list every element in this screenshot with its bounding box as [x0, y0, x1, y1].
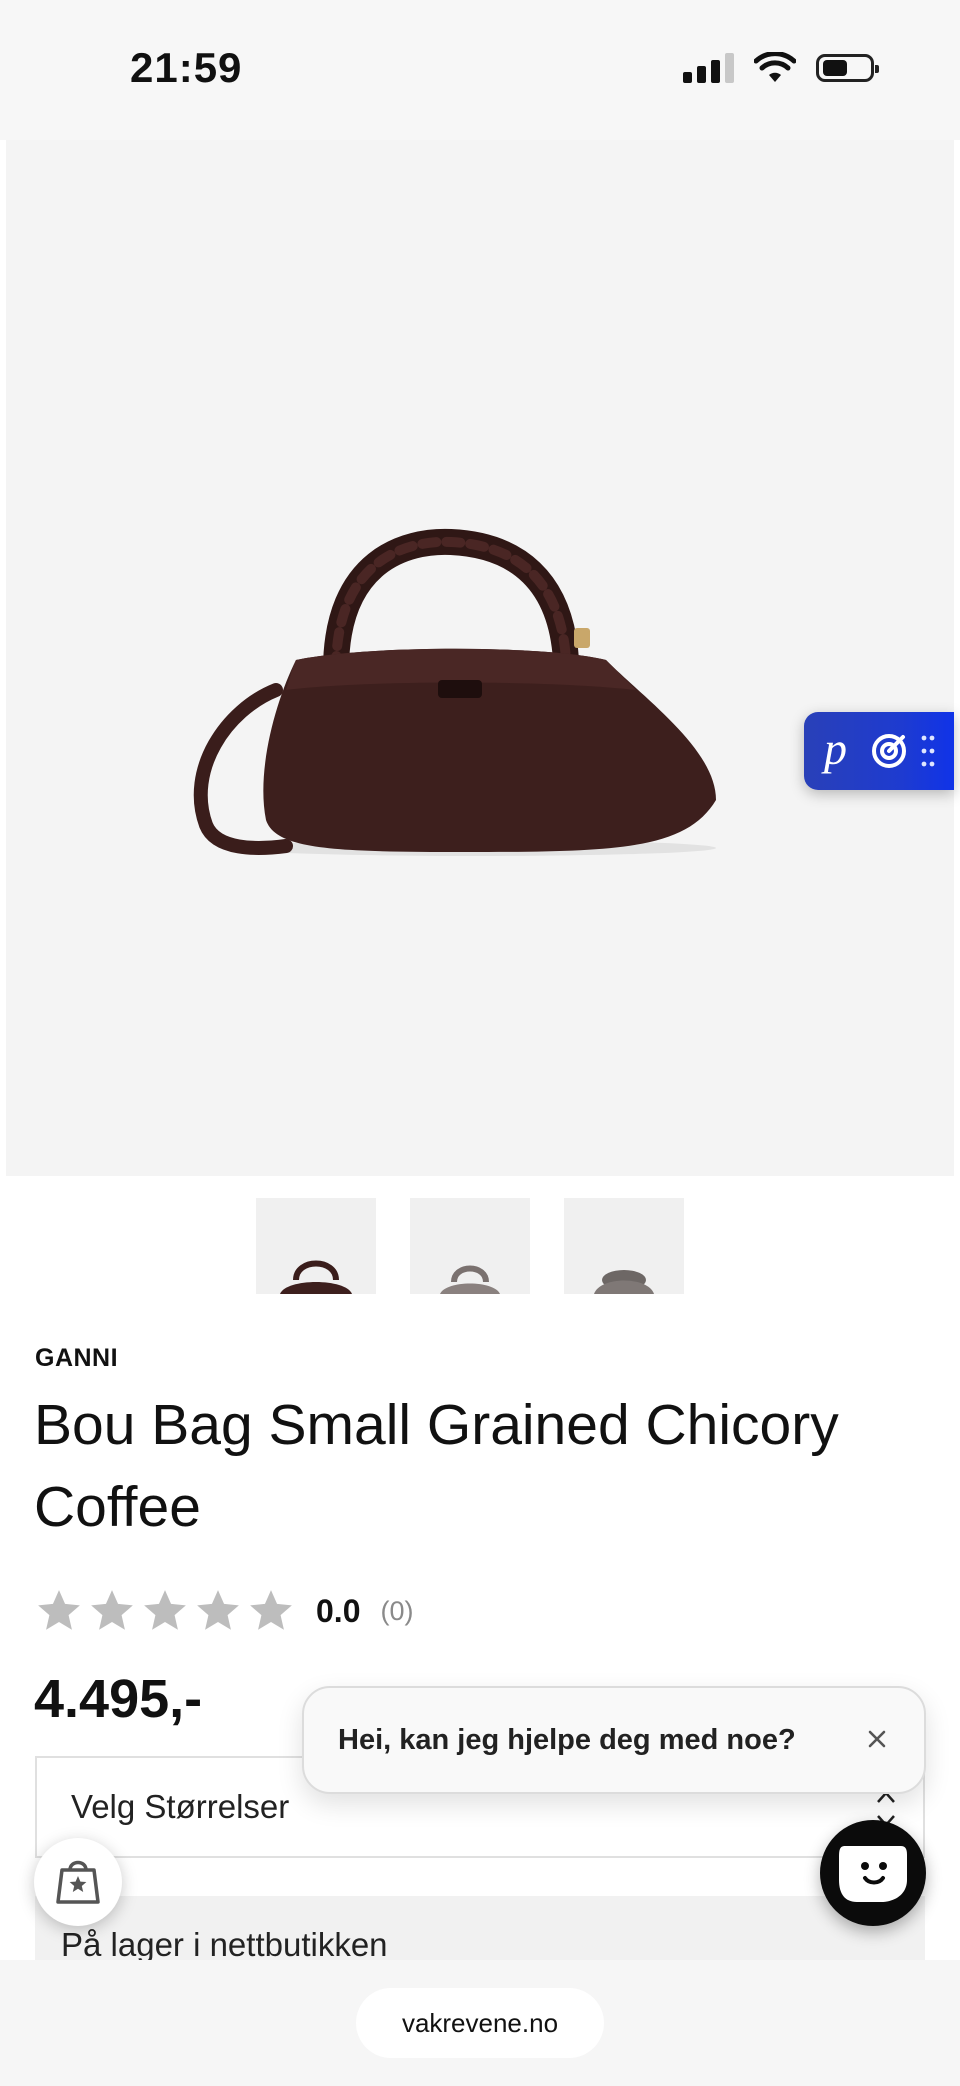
target-icon	[872, 734, 906, 768]
cellular-signal-icon	[683, 53, 734, 83]
status-bar: 21:59	[0, 0, 960, 140]
rating-value: 0.0	[316, 1592, 361, 1629]
stock-status-label: På lager i nettbutikken	[61, 1926, 388, 1960]
wifi-icon	[754, 52, 796, 82]
badge-letter: p	[824, 723, 847, 774]
product-bag-image	[193, 528, 716, 856]
close-icon[interactable]	[860, 1722, 894, 1756]
chat-prompt-bubble[interactable]: Hei, kan jeg hjelpe deg med noe?	[302, 1686, 926, 1794]
thumbnail-bag-image	[440, 1265, 500, 1294]
star-icon	[144, 1590, 186, 1630]
thumbnail-1[interactable]	[256, 1198, 376, 1294]
thumbnail-strip	[256, 1198, 684, 1294]
chat-face-icon	[839, 1846, 907, 1902]
product-image[interactable]: p	[6, 140, 954, 1176]
rating-stars	[34, 1586, 296, 1636]
thumbnail-2[interactable]	[410, 1198, 530, 1294]
size-select-label: Velg Størrelser	[71, 1788, 290, 1825]
product-rating[interactable]: 0.0 (0)	[34, 1586, 413, 1636]
star-icon	[91, 1590, 133, 1630]
floating-badge[interactable]: p	[804, 712, 954, 790]
status-icons	[683, 52, 879, 84]
thumbnail-3[interactable]	[564, 1198, 684, 1294]
browser-url-pill[interactable]: vakrevene.no	[356, 1988, 604, 2058]
star-icon	[250, 1590, 292, 1630]
product-title: Bou Bag Small Grained Chicory Coffee	[34, 1393, 839, 1539]
product-price: 4.495,-	[34, 1669, 203, 1729]
shopping-bag-star-icon	[56, 1860, 100, 1904]
stock-status: På lager i nettbutikken	[35, 1896, 925, 1960]
rewards-button[interactable]	[34, 1838, 122, 1926]
thumbnail-bag-image	[594, 1270, 654, 1294]
browser-url: vakrevene.no	[401, 2008, 559, 2038]
battery-icon	[816, 54, 879, 82]
star-icon	[197, 1590, 239, 1630]
drag-handle-icon[interactable]	[920, 734, 936, 768]
chat-prompt-text: Hei, kan jeg hjelpe deg med noe?	[338, 1724, 796, 1756]
rating-count: (0)	[380, 1595, 414, 1626]
product-brand[interactable]: GANNI	[35, 1344, 118, 1373]
browser-bottom-bar: vakrevene.no	[0, 1960, 960, 2086]
status-time: 21:59	[130, 44, 243, 91]
thumbnail-bag-image	[280, 1260, 352, 1294]
star-icon	[38, 1590, 80, 1630]
chat-launcher-button[interactable]	[820, 1820, 926, 1926]
